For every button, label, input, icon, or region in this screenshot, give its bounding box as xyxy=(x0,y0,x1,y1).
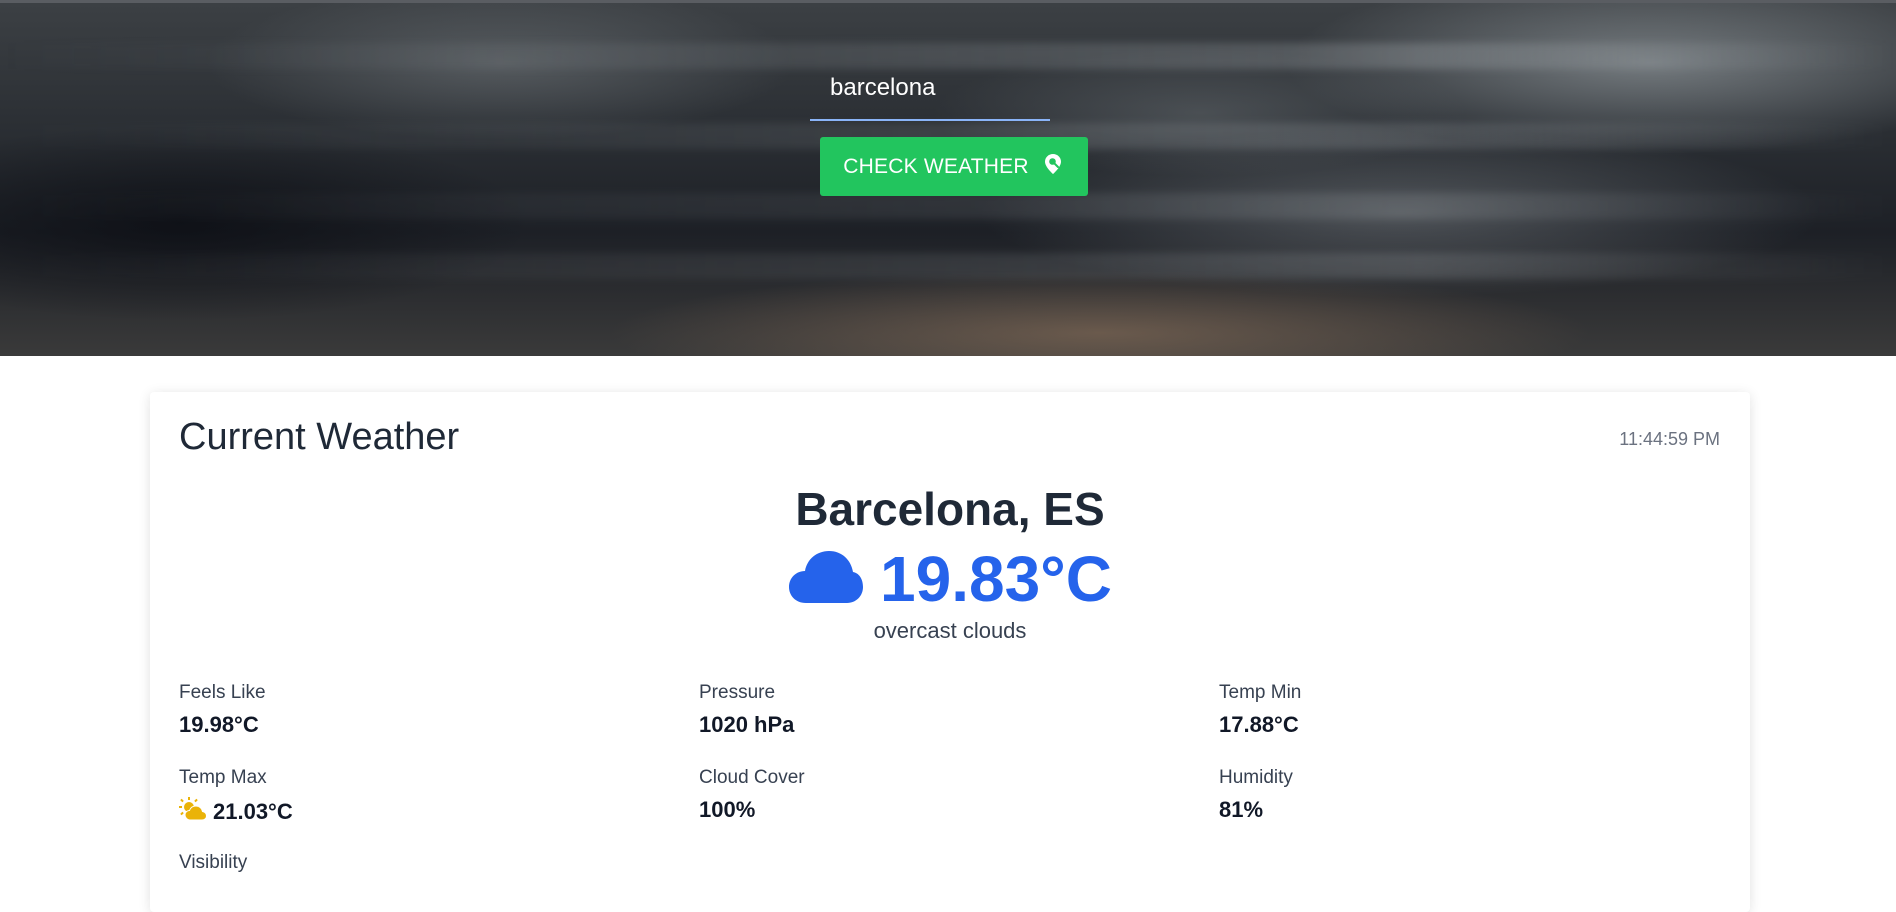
temperature-row: 19.83°C xyxy=(150,542,1750,616)
stat-label: Temp Min xyxy=(1219,682,1302,703)
cloud-band xyxy=(0,193,1896,219)
stat-value: 100% xyxy=(699,797,756,822)
city-search-input[interactable] xyxy=(810,61,1050,121)
stat-value: 1020 hPa xyxy=(699,712,795,737)
check-weather-button[interactable]: CHECK WEATHER xyxy=(820,137,1088,196)
stat-temp-min: Temp Min 17.88°C xyxy=(1219,682,1301,738)
stat-value: 17.88°C xyxy=(1219,712,1299,737)
card-title: Current Weather xyxy=(179,416,460,458)
cloud-band xyxy=(0,253,1896,279)
stat-label: Humidity xyxy=(1219,767,1293,788)
stat-temp-max: Temp Max 21.03°C xyxy=(179,767,293,827)
stat-value-row: 21.03°C xyxy=(179,797,293,827)
sun-behind-cloud-icon xyxy=(179,797,208,827)
stat-cloud-cover: Cloud Cover 100% xyxy=(699,767,805,823)
temperature-value: 19.83°C xyxy=(880,543,1112,615)
stat-label: Pressure xyxy=(699,682,776,703)
timestamp: 11:44:59 PM xyxy=(1619,429,1720,449)
stat-feels-like: Feels Like 19.98°C xyxy=(179,682,266,738)
city-name: Barcelona, ES xyxy=(795,483,1105,535)
stat-value: 81% xyxy=(1219,797,1264,822)
search-field xyxy=(810,61,1050,123)
weather-description: overcast clouds xyxy=(873,618,1027,643)
stat-label: Cloud Cover xyxy=(699,767,805,788)
stat-visibility: Visibility xyxy=(179,852,247,882)
stat-label: Feels Like xyxy=(179,682,266,703)
stat-value: 21.03°C xyxy=(213,799,293,824)
stat-label: Temp Max xyxy=(179,767,267,788)
current-weather-card: Current Weather 11:44:59 PM Barcelona, E… xyxy=(150,392,1750,912)
stat-pressure: Pressure 1020 hPa xyxy=(699,682,794,738)
stat-label: Visibility xyxy=(179,852,248,873)
stat-value: 19.98°C xyxy=(179,712,259,737)
check-weather-label: CHECK WEATHER xyxy=(843,154,1029,178)
hero-banner: CHECK WEATHER xyxy=(0,0,1896,356)
cloud-icon xyxy=(788,549,864,610)
map-pin-search-icon xyxy=(1041,152,1065,182)
stat-humidity: Humidity 81% xyxy=(1219,767,1293,823)
